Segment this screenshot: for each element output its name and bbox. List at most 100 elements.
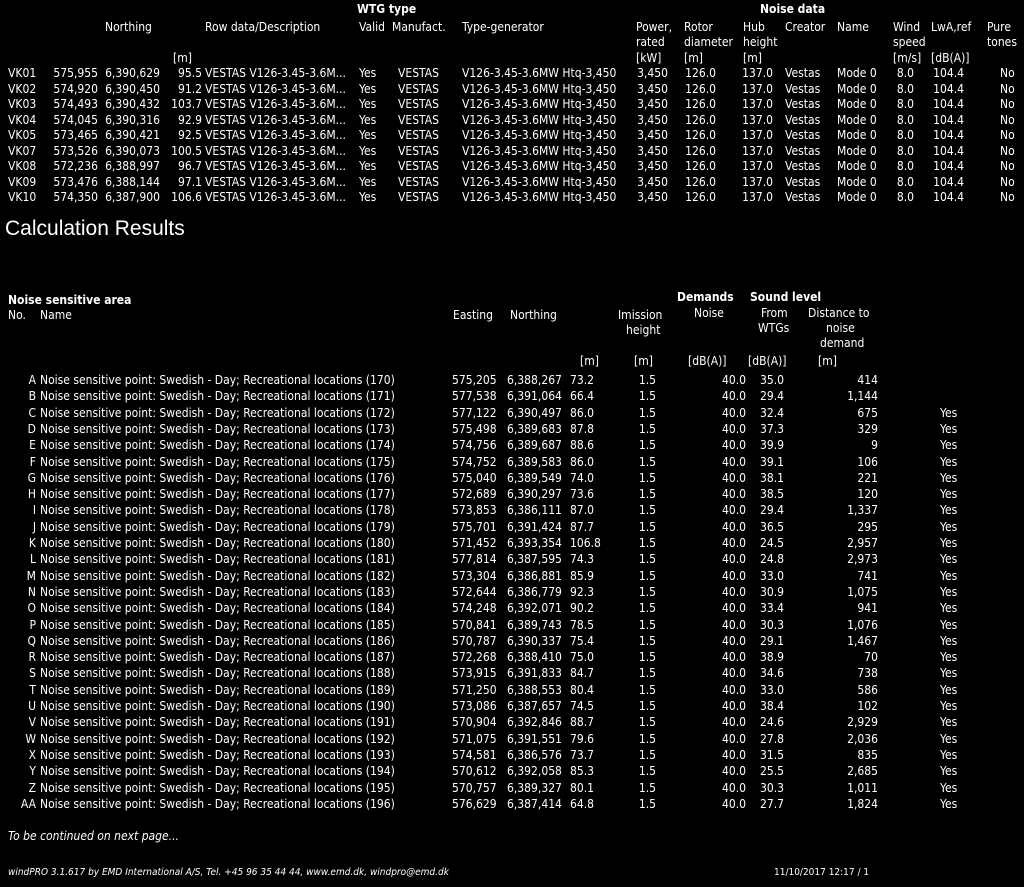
noise-col-noise: Noise [694, 306, 724, 320]
noise-cell-northing: 6,389,743 [507, 617, 562, 632]
wtg-cell-valid: Yes [359, 174, 377, 189]
wtg-cell-power: 3,450 [637, 190, 668, 204]
noise-cell-no: Q [27, 633, 37, 648]
wtg-table-row: VK04 574,045 6,390,316 92.9 VESTAS V126-3.45… [0, 113, 1024, 127]
noise-table-row: I Noise sensitive point: Swedish - Day; R… [0, 503, 1024, 517]
wtg-cell-name: Mode 0 [837, 128, 877, 142]
wtg-cell-wind: 8.0 [896, 174, 914, 189]
noise-cell-no: A [28, 373, 36, 387]
wtg-cell-creator: Vestas [785, 97, 821, 111]
noise-cell-northing: 6,393,354 [507, 536, 562, 550]
wtg-cell-easting: 574,493 [53, 97, 98, 111]
noise-cell-from: 33.0 [760, 568, 785, 583]
noise-col-easting: Easting [453, 308, 493, 322]
wtg-cell-rotor: 126.0 [685, 159, 716, 173]
wtg-cell-northing: 6,390,432 [105, 97, 160, 111]
noise-cell-name: Noise sensitive point: Swedish - Day; Re… [40, 470, 395, 485]
wtg-cell-wind: 8.0 [896, 97, 914, 111]
noise-table-row: J Noise sensitive point: Swedish - Day; R… [0, 520, 1024, 534]
noise-cell-northing: 6,390,297 [507, 487, 562, 502]
noise-cell-name: Noise sensitive point: Swedish - Day; Re… [40, 747, 395, 762]
noise-cell-northing: 6,391,551 [507, 731, 562, 746]
wtg-cell-northing: 6,390,316 [105, 112, 160, 127]
wtg-table-row: VK10 574,350 6,387,900 106.6 VESTAS V126-3.4… [0, 190, 1024, 204]
noise-cell-name: Noise sensitive point: Swedish - Day; Re… [40, 389, 395, 404]
wtg-col-hub-2: height [743, 35, 778, 49]
wtg-table-row: VK09 573,476 6,388,144 97.1 VESTAS V126-3.45… [0, 175, 1024, 189]
wtg-cell-pure: No [1000, 81, 1015, 96]
wtg-cell-hub: 137.0 [742, 81, 773, 96]
wtg-cell-power: 3,450 [637, 97, 668, 111]
noise-cell-easting: 575,498 [452, 421, 497, 436]
wtg-cell-rotor: 126.0 [685, 143, 716, 158]
noise-table-row: N Noise sensitive point: Swedish - Day; R… [0, 585, 1024, 599]
wtg-unit-z: [m] [173, 51, 192, 65]
noise-cell-no: Z [28, 780, 36, 795]
wtg-cell-id: VK09 [8, 174, 37, 189]
noise-cell-easting: 571,452 [452, 536, 497, 550]
noise-cell-demand: 40.0 [721, 715, 746, 730]
noise-cell-name: Noise sensitive point: Swedish - Day; Re… [40, 454, 395, 469]
noise-cell-name: Noise sensitive point: Swedish - Day; Re… [40, 633, 395, 648]
noise-cell-demand: 40.0 [721, 373, 746, 387]
noise-col-from: From [761, 306, 788, 320]
noise-cell-distance: 414 [857, 373, 878, 387]
noise-table-row: AA Noise sensitive point: Swedish - Day; … [0, 797, 1024, 811]
footer-right: 11/10/2017 12:17 / 1 [774, 867, 870, 878]
noise-cell-no: G [27, 470, 36, 485]
wtg-cell-pure: No [1000, 66, 1015, 80]
noise-cell-ok: Yes [940, 552, 958, 567]
wtg-col-pure-2: tones [987, 35, 1017, 49]
noise-cell-northing: 6,387,414 [507, 796, 562, 811]
wtg-col-type-generator: Type-generator [462, 20, 544, 34]
noise-unit-dist: [m] [818, 354, 837, 368]
noise-cell-demand: 40.0 [721, 584, 746, 599]
wtg-cell-creator: Vestas [785, 112, 821, 127]
wtg-cell-wind: 8.0 [896, 128, 914, 142]
wtg-cell-type: V126-3.45-3.6MW Htq-3,450 [462, 174, 617, 189]
noise-cell-distance: 70 [864, 650, 878, 665]
wtg-cell-manufact: VESTAS [398, 174, 439, 189]
noise-cell-ok: Yes [940, 650, 958, 665]
noise-cell-northing: 6,389,327 [507, 780, 562, 795]
noise-table-row: M Noise sensitive point: Swedish - Day; R… [0, 569, 1024, 583]
noise-cell-z: 85.9 [570, 568, 595, 583]
noise-cell-from: 24.8 [760, 552, 785, 567]
noise-cell-demand: 40.0 [721, 519, 746, 534]
noise-cell-no: L [29, 552, 36, 567]
noise-cell-distance: 221 [857, 470, 878, 485]
wtg-cell-hub: 137.0 [742, 128, 773, 142]
noise-cell-northing: 6,391,833 [507, 666, 562, 681]
noise-cell-imission: 1.5 [638, 780, 656, 795]
noise-cell-name: Noise sensitive point: Swedish - Day; Re… [40, 519, 395, 534]
noise-cell-no: O [27, 601, 37, 616]
wtg-col-valid: Valid [359, 20, 385, 34]
noise-cell-distance: 738 [857, 666, 878, 681]
wtg-col-wind-2: speed [893, 35, 926, 49]
noise-cell-ok: Yes [940, 796, 958, 811]
noise-cell-no: Y [29, 764, 36, 779]
noise-cell-imission: 1.5 [638, 536, 656, 550]
noise-cell-from: 30.3 [760, 617, 785, 632]
wtg-cell-easting: 574,350 [53, 190, 98, 204]
noise-cell-no: M [26, 568, 36, 583]
noise-cell-from: 29.4 [760, 389, 785, 404]
noise-cell-z: 90.2 [570, 601, 595, 616]
noise-cell-name: Noise sensitive point: Swedish - Day; Re… [40, 699, 395, 713]
noise-cell-easting: 574,756 [452, 438, 497, 453]
wtg-unit-hub: [m] [743, 51, 762, 65]
wtg-cell-id: VK01 [8, 66, 37, 80]
noise-cell-name: Noise sensitive point: Swedish - Day; Re… [40, 438, 395, 453]
noise-cell-z: 85.3 [570, 764, 595, 779]
wtg-cell-easting: 575,955 [53, 66, 98, 80]
noise-cell-imission: 1.5 [638, 666, 656, 681]
wtg-cell-z: 96.7 [177, 159, 202, 173]
noise-col-from-2: WTGs [758, 321, 790, 335]
noise-cell-name: Noise sensitive point: Swedish - Day; Re… [40, 405, 395, 420]
noise-table-row: H Noise sensitive point: Swedish - Day; R… [0, 487, 1024, 501]
noise-cell-northing: 6,390,337 [507, 633, 562, 648]
wtg-cell-northing: 6,390,421 [105, 128, 160, 142]
noise-cell-easting: 572,644 [452, 584, 497, 599]
noise-cell-easting: 571,075 [452, 731, 497, 746]
noise-cell-z: 84.7 [570, 666, 595, 681]
